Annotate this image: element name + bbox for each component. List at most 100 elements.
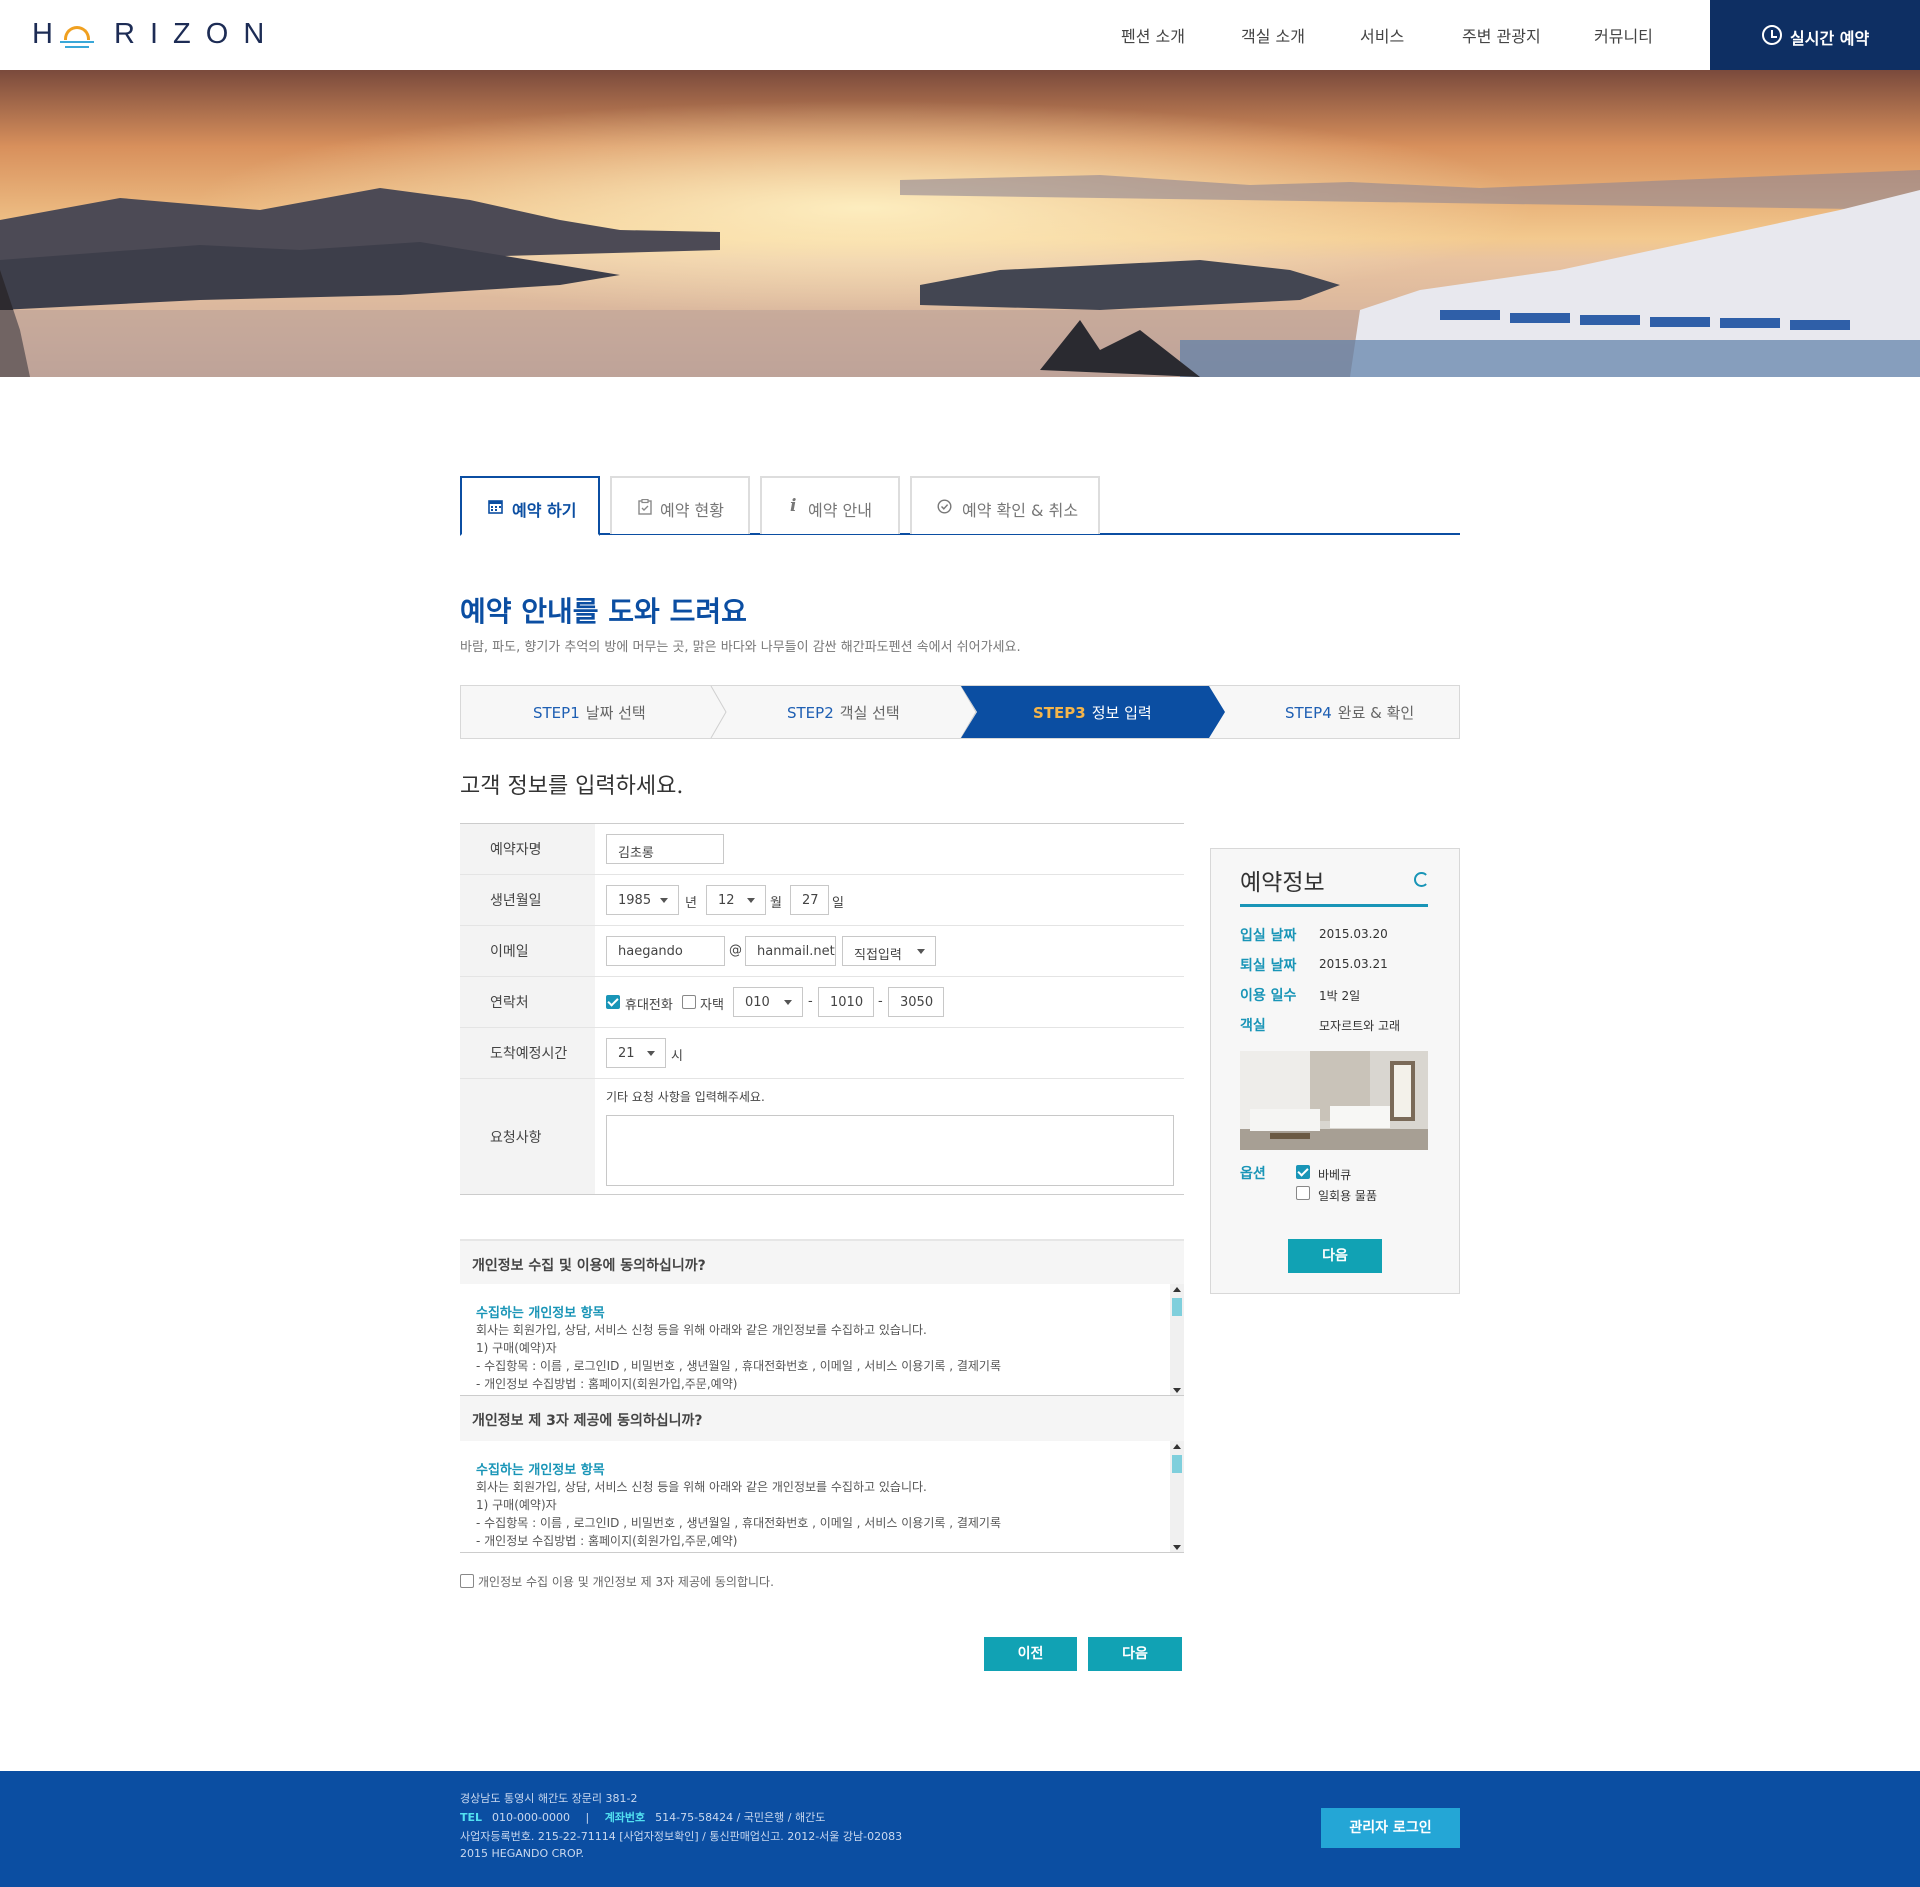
consent-label: 개인정보 수집 이용 및 개인정보 제 3자 제공에 동의합니다. [478,1575,774,1589]
page-description: 바람, 파도, 향기가 추억의 방에 머무는 곳, 맑은 바다와 나무들이 감싼… [460,640,1021,655]
home-checkbox[interactable] [682,995,696,1009]
logo[interactable]: H RIZON [0,0,264,70]
admin-login-button[interactable]: 관리자 로그인 [1321,1808,1460,1848]
agreement-line: 회사는 회원가입, 상담, 서비스 신청 등을 위해 아래와 같은 개인정보를 … [476,1480,927,1494]
agreement-heading: 수집하는 개인정보 항목 [476,1463,605,1478]
nav-pension-intro[interactable]: 펜션 소개 [1121,23,1185,47]
email-domain-select[interactable]: 직접입력 [842,936,936,966]
email-at-sign: @ [729,943,742,958]
tab-reservation-status[interactable]: 예약 현황 [610,476,750,534]
form-row-name: 예약자명 김초롱 [460,824,1184,875]
phone-prefix-value: 010 [745,995,770,1010]
email-select-value: 직접입력 [854,948,902,963]
nav-service[interactable]: 서비스 [1360,23,1404,47]
form-row-birth: 생년월일 1985 년 12 월 27 일 [460,875,1184,926]
info-icon: i [790,496,797,516]
agreement-line: 회사는 회원가입, 상담, 서비스 신청 등을 위해 아래와 같은 개인정보를 … [476,1323,927,1337]
phone-prefix-select[interactable]: 010 [733,987,803,1017]
agreement-heading: 수집하는 개인정보 항목 [476,1306,605,1321]
scrollbar[interactable] [1170,1284,1184,1395]
year-unit: 년 [685,896,697,911]
calendar-icon [488,499,503,518]
tab-reservation-info[interactable]: i 예약 안내 [760,476,900,534]
tel-label: TEL [460,1811,483,1824]
summary-next-button[interactable]: 다음 [1288,1239,1382,1273]
request-textarea[interactable] [606,1115,1174,1186]
agreement-question: 개인정보 제 3자 제공에 동의하십니까? [472,1413,703,1429]
scroll-up-icon [1173,1287,1181,1292]
nights-label: 이용 일수 [1240,988,1297,1004]
nav-community[interactable]: 커뮤니티 [1594,23,1653,47]
hero-image [0,70,1920,377]
birth-month-select[interactable]: 12 [706,885,766,915]
nav-room-intro[interactable]: 객실 소개 [1241,23,1305,47]
prev-button[interactable]: 이전 [984,1637,1077,1671]
mobile-label: 휴대전화 [625,998,673,1013]
logo-wave-icon-2 [65,46,89,48]
agreement-line: 1) 구매(예약)자 [476,1341,557,1355]
site-footer: 경상남도 통영시 해간도 장문리 381-2 TEL 010-000-0000 |… [0,1771,1920,1887]
refresh-icon[interactable] [1414,872,1429,887]
footer-copyright: 2015 HEGANDO CROP. [460,1847,585,1860]
scroll-thumb[interactable] [1172,1455,1182,1473]
step-label: 객실 선택 [839,704,900,722]
scrollbar[interactable] [1170,1441,1184,1552]
scroll-down-icon [1173,1388,1181,1393]
agreement-text-box[interactable]: 수집하는 개인정보 항목 회사는 회원가입, 상담, 서비스 신청 등을 위해 … [460,1284,1184,1396]
third-party-agreement: 개인정보 제 3자 제공에 동의하십니까? 수집하는 개인정보 항목 회사는 회… [460,1396,1184,1554]
agreement-header: 개인정보 제 3자 제공에 동의하십니까? [460,1396,1184,1441]
footer-separator: | [585,1811,590,1824]
step-1: STEP1 날짜 선택 [461,686,713,738]
mobile-checkbox[interactable] [606,995,620,1009]
agreement-line: - 개인정보 수집방법 : 홈페이지(회원가입,주문,예약) [476,1534,738,1548]
option-disposables-checkbox[interactable] [1296,1186,1310,1200]
birth-label-cell: 생년월일 [460,875,595,925]
checkin-value: 2015.03.20 [1319,927,1388,941]
request-hint: 기타 요청 사항을 입력해주세요. [606,1090,765,1104]
form-row-email: 이메일 haegando @ hanmail.net 직접입력 [460,926,1184,977]
birth-day-value: 27 [802,893,819,908]
email-domain-input[interactable]: hanmail.net [745,936,836,966]
account-value: 514-75-58424 / 국민은행 / 해간도 [655,1811,826,1824]
phone-middle-input[interactable]: 1010 [818,987,874,1017]
check-circle-icon [937,499,952,518]
chevron-down-icon [647,1051,655,1056]
form-row-arrival: 도착예정시간 21 시 [460,1028,1184,1079]
footer-address: 경상남도 통영시 해간도 장문리 381-2 [460,1792,638,1805]
consent-checkbox[interactable] [460,1574,474,1588]
scroll-thumb[interactable] [1172,1298,1182,1316]
clipboard-icon [638,498,652,519]
day-unit: 일 [832,896,844,911]
room-photo [1240,1051,1428,1150]
arrival-hour-select[interactable]: 21 [606,1038,666,1068]
birth-year-select[interactable]: 1985 [606,885,679,915]
request-label: 요청사항 [490,1129,542,1146]
clock-icon [1762,25,1782,45]
summary-title: 예약정보 [1240,870,1325,896]
name-input[interactable]: 김초롱 [606,834,724,864]
checkout-label: 퇴실 날짜 [1240,958,1297,974]
name-label-cell: 예약자명 [460,824,595,874]
request-label-cell: 요청사항 [460,1079,595,1194]
tab-make-reservation[interactable]: 예약 하기 [460,476,600,536]
agreement-text-box[interactable]: 수집하는 개인정보 항목 회사는 회원가입, 상담, 서비스 신청 등을 위해 … [460,1441,1184,1553]
email-id-input[interactable]: haegando [606,936,725,966]
arrival-hour-value: 21 [618,1046,635,1061]
form-row-request: 요청사항 기타 요청 사항을 입력해주세요. [460,1079,1184,1195]
realtime-reserve-button[interactable]: 실시간 예약 [1710,0,1920,70]
tab-confirm-cancel[interactable]: 예약 확인 & 취소 [910,476,1100,534]
chevron-down-icon [747,898,755,903]
next-button[interactable]: 다음 [1088,1637,1182,1671]
step-4: STEP4 완료 & 확인 [1213,686,1459,738]
sunset-sea-image [0,70,1920,377]
phone-dash: - [878,994,883,1009]
phone-middle-value: 1010 [830,995,864,1010]
phone-last-input[interactable]: 3050 [888,987,944,1017]
realtime-reserve-label: 실시간 예약 [1790,29,1870,48]
agreement-line: - 수집항목 : 이름 , 로그인ID , 비밀번호 , 생년월일 , 휴대전화… [476,1359,1001,1373]
form-row-contact: 연락처 휴대전화 자택 010 - 1010 - 3050 [460,977,1184,1028]
email-label: 이메일 [490,944,529,960]
birth-day-input[interactable]: 27 [790,885,829,915]
nav-attractions[interactable]: 주변 관광지 [1462,23,1541,47]
option-bbq-checkbox[interactable] [1296,1165,1310,1179]
